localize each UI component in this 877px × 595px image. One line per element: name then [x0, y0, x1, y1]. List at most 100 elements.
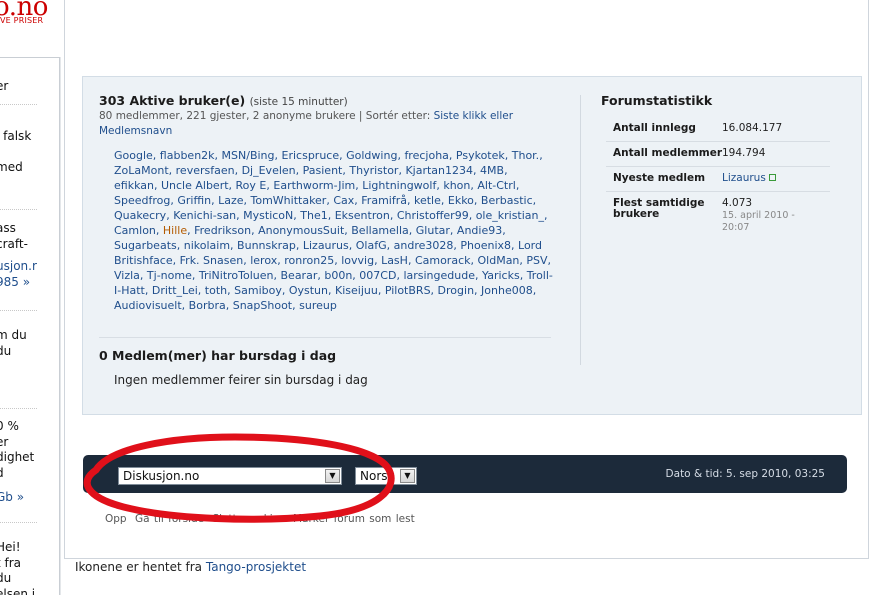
- online-user-link[interactable]: Speedfrog: [114, 194, 170, 207]
- online-user-link[interactable]: lovvig: [341, 254, 374, 267]
- footer-link-home[interactable]: Gå til forside: [135, 513, 204, 525]
- sidebar-article-1[interactable]: l falsk i med: [0, 129, 31, 176]
- online-user-link[interactable]: b00n: [324, 269, 352, 282]
- online-user-link[interactable]: Psykotek: [456, 149, 505, 162]
- online-user-link[interactable]: Cax: [333, 194, 354, 207]
- online-user-link[interactable]: nikolaim: [184, 239, 230, 252]
- online-user-link[interactable]: 007CD: [359, 269, 396, 282]
- online-user-link[interactable]: Lightningwolf: [362, 179, 436, 192]
- online-user-link[interactable]: OlafG: [356, 239, 387, 252]
- online-user-link[interactable]: Goldwing: [346, 149, 397, 162]
- online-user-link[interactable]: Alt-Ctrl: [477, 179, 515, 192]
- sidebar-article-2[interactable]: ass craft- usjon.r 985 »: [0, 221, 37, 290]
- online-user-link[interactable]: Earthworm-Jim: [273, 179, 355, 192]
- online-user-link[interactable]: Bellamella: [351, 224, 409, 237]
- online-user-link[interactable]: khon: [443, 179, 470, 192]
- online-user-link[interactable]: MSN/Bing: [222, 149, 275, 162]
- online-user-link[interactable]: TriNitroToluen: [199, 269, 274, 282]
- online-user-link[interactable]: Frk. Snasen: [180, 254, 244, 267]
- online-user-link[interactable]: Phoenix8: [460, 239, 511, 252]
- online-user-link[interactable]: Kiseijuu: [335, 284, 378, 297]
- online-user-link[interactable]: efikkan: [114, 179, 154, 192]
- online-user-link[interactable]: ketle: [414, 194, 441, 207]
- stat-row-newest: Nyeste medlem Lizaurus: [606, 167, 830, 192]
- online-user-link[interactable]: Jonhe008: [481, 284, 533, 297]
- online-user-link[interactable]: Quakecry: [114, 209, 166, 222]
- language-select[interactable]: Norsk ▼: [355, 467, 417, 485]
- sidebar-article-4[interactable]: 0 % er dighet d Gb »: [0, 419, 34, 506]
- online-user-link[interactable]: PSV: [526, 254, 547, 267]
- online-user-link[interactable]: flabben2k: [160, 149, 215, 162]
- online-user-link[interactable]: ronron25: [284, 254, 334, 267]
- online-user-link[interactable]: OldMan: [478, 254, 520, 267]
- forum-jump-select[interactable]: Diskusjon.no ▼: [118, 467, 342, 485]
- footer-link-delete[interactable]: Slett: [212, 513, 236, 525]
- online-user-link[interactable]: andre3028: [394, 239, 454, 252]
- online-user-link[interactable]: Ekko: [448, 194, 474, 207]
- online-user-link[interactable]: TomWhittaker: [251, 194, 327, 207]
- online-user-link[interactable]: Pasient: [303, 164, 343, 177]
- online-user-link[interactable]: Laze: [218, 194, 243, 207]
- online-user-link[interactable]: Samiboy: [234, 284, 282, 297]
- online-user-link[interactable]: SnapShoot: [233, 299, 292, 312]
- online-user-link[interactable]: sureup: [299, 299, 337, 312]
- online-user-link[interactable]: Eksentron: [335, 209, 390, 222]
- sidebar-article-5[interactable]: Hei! t fra du elsen i: [0, 540, 35, 595]
- online-user-link[interactable]: The1: [300, 209, 327, 222]
- online-user-link[interactable]: Drogin: [438, 284, 475, 297]
- chevron-down-icon[interactable]: ▼: [325, 469, 340, 483]
- online-user-link[interactable]: reversfaen: [176, 164, 235, 177]
- sidebar-article-3[interactable]: m du du: [0, 328, 27, 359]
- online-user-link[interactable]: Google: [114, 149, 153, 162]
- footer-link-top[interactable]: Opp: [105, 513, 127, 525]
- online-user-link[interactable]: lerox: [250, 254, 277, 267]
- online-user-link[interactable]: ole_kristian_: [476, 209, 544, 222]
- footer-link-cookies[interactable]: cookies: [245, 513, 285, 525]
- online-user-link[interactable]: Borbra: [189, 299, 226, 312]
- online-user-link[interactable]: Oystun: [289, 284, 328, 297]
- online-user-link[interactable]: Thor.: [512, 149, 539, 162]
- chevron-down-icon[interactable]: ▼: [400, 469, 415, 483]
- sidebar-divider: [0, 522, 37, 523]
- online-user-link[interactable]: LasH: [381, 254, 408, 267]
- tango-link[interactable]: Tango-prosjektet: [206, 560, 306, 574]
- online-user-link[interactable]: Yaricks: [482, 269, 520, 282]
- online-user-link[interactable]: Camlon: [114, 224, 156, 237]
- online-user-link[interactable]: Bearar: [281, 269, 318, 282]
- online-user-link[interactable]: Kjartan1234: [405, 164, 473, 177]
- online-user-link[interactable]: Fredrikson: [194, 224, 251, 237]
- online-user-link[interactable]: Berbastic: [481, 194, 533, 207]
- online-user-link[interactable]: Lizaurus: [303, 239, 349, 252]
- online-user-link[interactable]: Roy E: [236, 179, 267, 192]
- online-user-link[interactable]: Glutar: [416, 224, 450, 237]
- online-user-link[interactable]: Andie93: [457, 224, 502, 237]
- online-user-link[interactable]: Dj_Evelen: [242, 164, 296, 177]
- online-user-link[interactable]: frecjoha: [404, 149, 448, 162]
- online-user-link[interactable]: Sugarbeats: [114, 239, 177, 252]
- newest-member-link[interactable]: Lizaurus: [722, 173, 776, 184]
- online-user-link[interactable]: Thyristor: [349, 164, 398, 177]
- online-user-link[interactable]: Framifrå: [361, 194, 407, 207]
- online-user-link[interactable]: Tj-nome: [147, 269, 192, 282]
- online-user-link[interactable]: PilotBRS: [385, 284, 431, 297]
- online-user-link[interactable]: Ericspruce: [282, 149, 340, 162]
- online-user-link[interactable]: Bunnskrap: [237, 239, 296, 252]
- online-user-link[interactable]: Hille: [163, 224, 187, 237]
- online-user-link[interactable]: Camorack: [415, 254, 471, 267]
- online-user-link[interactable]: Uncle Albert: [161, 179, 229, 192]
- online-user-link[interactable]: Kenichi-san: [173, 209, 236, 222]
- online-user-link[interactable]: AnonymousSuit: [258, 224, 344, 237]
- online-user-link[interactable]: Vizla: [114, 269, 140, 282]
- online-user-link[interactable]: toth: [205, 284, 227, 297]
- stat-label: Antall innlegg: [613, 122, 696, 134]
- online-user-link[interactable]: Dritt_Lei: [152, 284, 198, 297]
- online-user-link[interactable]: Audiovisuelt: [114, 299, 182, 312]
- online-user-link[interactable]: larsingedude: [403, 269, 475, 282]
- online-user-link[interactable]: Christoffer99: [397, 209, 469, 222]
- online-user-link[interactable]: MysticoN: [243, 209, 293, 222]
- online-user-link[interactable]: Griffin: [177, 194, 211, 207]
- online-user-link[interactable]: ZoLaMont: [114, 164, 169, 177]
- online-user-link[interactable]: 4MB: [480, 164, 504, 177]
- footer-link-mark-read[interactable]: Markér forum som lest: [293, 513, 415, 525]
- footer-bar: Diskusjon.no ▼ Norsk ▼ Dato & tid: 5. se…: [83, 455, 847, 493]
